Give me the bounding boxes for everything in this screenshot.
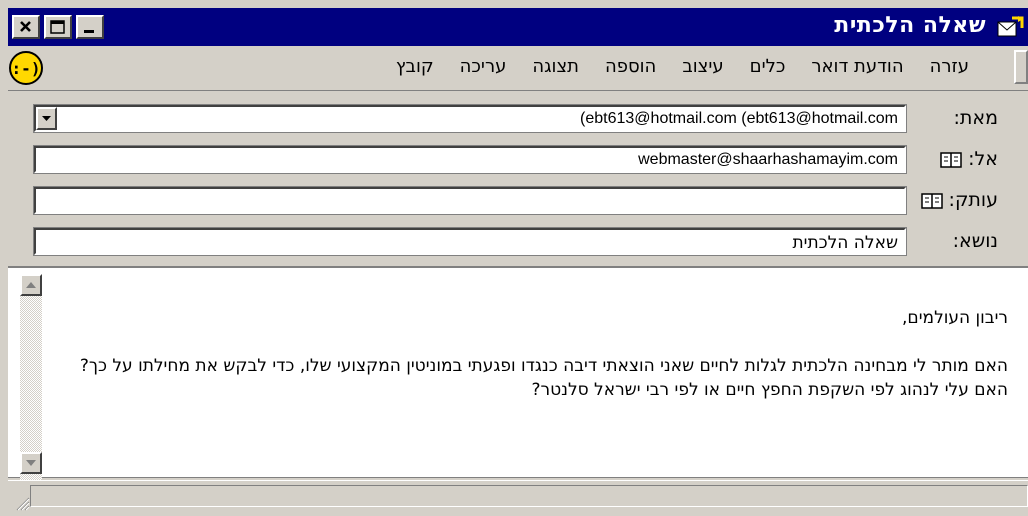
envelope-icon	[997, 16, 1024, 37]
message-body[interactable]: ריבון העולמים, האם מותר לי מבחינה הלכתית…	[8, 266, 1028, 480]
menu-help[interactable]: עזרה	[917, 56, 982, 77]
minimize-icon	[84, 30, 94, 33]
from-value: (ebt613@hotmail.com (ebt613@hotmail.com	[580, 110, 898, 127]
smiley-icon[interactable]: :-)	[8, 50, 44, 86]
subject-row: שאלה הלכתית נושא:	[8, 225, 1028, 259]
subject-label: נושא:	[952, 230, 998, 252]
cc-label: עותק:	[948, 189, 998, 211]
from-label: מאת:	[953, 107, 999, 129]
address-book-icon[interactable]	[940, 151, 962, 169]
to-label-wrap[interactable]: אל:	[932, 148, 998, 170]
minimize-button[interactable]	[76, 15, 104, 39]
window-controls	[12, 15, 104, 39]
title-bar[interactable]: שאלה הלכתית	[8, 8, 1028, 46]
window-title: שאלה הלכתית	[834, 13, 986, 38]
vertical-scrollbar[interactable]	[20, 274, 42, 480]
to-label: אל:	[968, 148, 998, 170]
address-book-icon[interactable]	[920, 192, 943, 210]
maximize-icon	[50, 20, 65, 34]
cc-field[interactable]	[33, 186, 907, 215]
from-dropdown-button[interactable]	[36, 107, 57, 130]
from-combo[interactable]: (ebt613@hotmail.com (ebt613@hotmail.com	[33, 104, 907, 133]
to-row: webmaster@shaarhashamayim.com אל:	[8, 143, 1028, 177]
message-text[interactable]: ריבון העולמים, האם מותר לי מבחינה הלכתית…	[48, 306, 1008, 426]
menu-file[interactable]: קובץ	[383, 56, 447, 77]
arrow-down-icon	[26, 460, 36, 466]
menu-message[interactable]: הודעת דואר	[798, 56, 916, 77]
message-greeting: ריבון העולמים,	[902, 308, 1008, 328]
maximize-button[interactable]	[44, 15, 72, 39]
message-paragraph: האם מותר לי מבחינה הלכתית לגלות לחיים שא…	[79, 356, 1008, 400]
svg-text::-): :-)	[12, 59, 41, 78]
cc-row: עותק:	[8, 184, 1028, 218]
menu-view[interactable]: תצוגה	[519, 56, 592, 77]
from-row: (ebt613@hotmail.com (ebt613@hotmail.com …	[8, 102, 1028, 136]
subject-value: שאלה הלכתית	[792, 233, 899, 253]
arrow-up-icon	[26, 282, 36, 288]
menu-items: קובץ עריכה תצוגה הוספה עיצוב כלים הודעת …	[383, 56, 982, 77]
subject-field[interactable]: שאלה הלכתית	[33, 227, 907, 256]
status-bar	[8, 480, 1028, 516]
menu-insert[interactable]: הוספה	[592, 56, 669, 77]
mail-window: שאלה הלכתית :-) קובץ עריכה תצוגה הוספה ע…	[0, 0, 1028, 516]
cc-label-wrap[interactable]: עותק:	[913, 189, 998, 211]
close-button[interactable]	[12, 15, 40, 39]
menu-edit[interactable]: עריכה	[447, 56, 520, 77]
menu-grip[interactable]	[1014, 50, 1028, 84]
close-icon	[20, 21, 31, 32]
to-field[interactable]: webmaster@shaarhashamayim.com	[33, 145, 907, 174]
menu-tools[interactable]: כלים	[737, 56, 799, 77]
chevron-down-icon	[42, 116, 51, 121]
to-value: webmaster@shaarhashamayim.com	[638, 151, 898, 168]
scroll-up-button[interactable]	[20, 274, 42, 296]
status-panel	[30, 485, 1028, 507]
menu-format[interactable]: עיצוב	[669, 56, 736, 77]
menu-bar: :-) קובץ עריכה תצוגה הוספה עיצוב כלים הו…	[8, 46, 1028, 91]
resize-grip-icon[interactable]	[14, 495, 30, 511]
scroll-down-button[interactable]	[20, 452, 42, 474]
